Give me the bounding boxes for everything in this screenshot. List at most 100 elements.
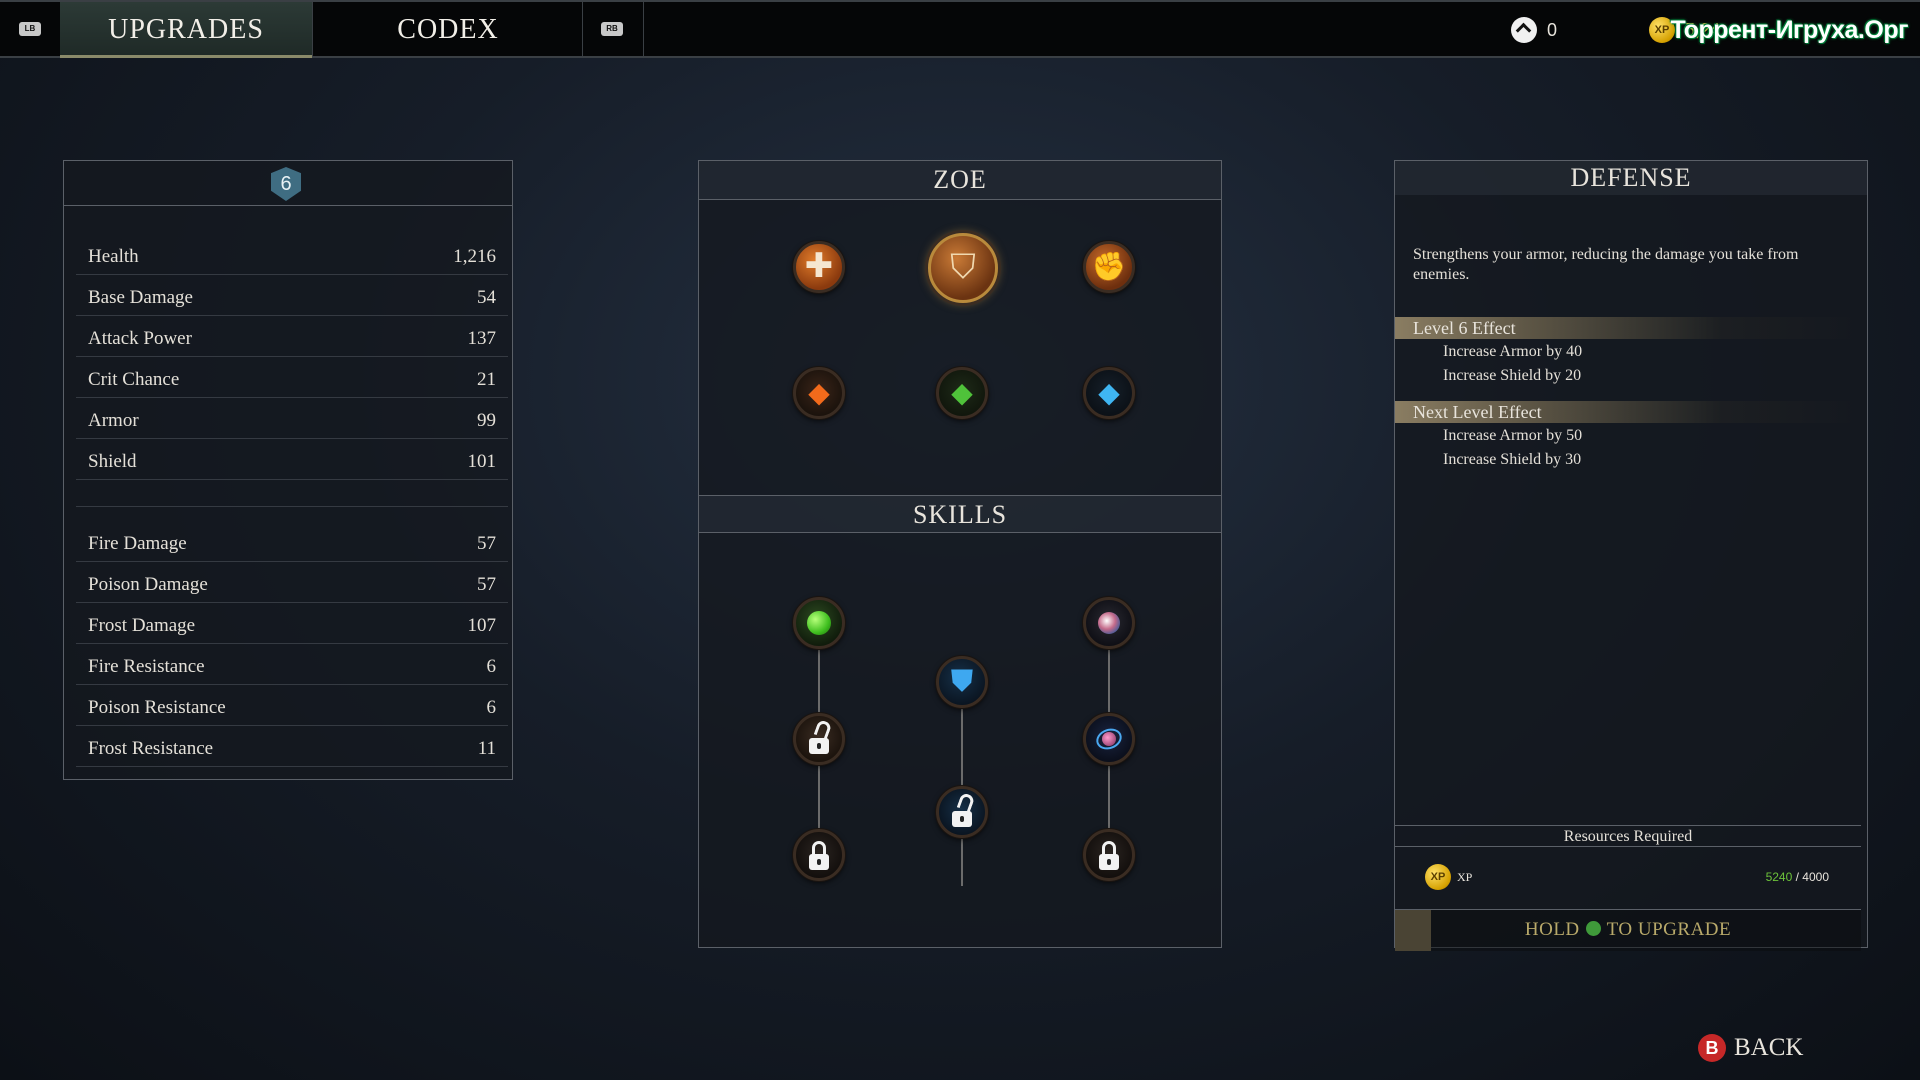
fire-crystal-icon: ◆ bbox=[808, 376, 830, 409]
tab-divider bbox=[643, 2, 644, 58]
rank-chevron-icon bbox=[1511, 17, 1537, 43]
upgrade-title: DEFENSE bbox=[1395, 161, 1867, 195]
stat-value: 1,216 bbox=[453, 246, 496, 267]
stat-row-fire-resistance: Fire Resistance 6 bbox=[76, 645, 508, 685]
hold-to-upgrade-button[interactable]: HOLD TO UPGRADE bbox=[1395, 909, 1861, 951]
lock-icon bbox=[796, 832, 842, 878]
stat-value: 57 bbox=[477, 533, 496, 554]
xp-cost: XP XP bbox=[1425, 864, 1472, 890]
orb-icon bbox=[1098, 612, 1120, 634]
top-bar: LB UPGRADES CODEX RB 0 XP 5,24 Торрент-И… bbox=[0, 0, 1920, 58]
locked-skill-node-left[interactable] bbox=[793, 829, 845, 881]
next-effect-header: Next Level Effect bbox=[1395, 401, 1861, 423]
stat-value: 99 bbox=[477, 410, 496, 431]
lb-button-icon[interactable]: LB bbox=[19, 22, 41, 36]
locked-skill-node-right[interactable] bbox=[1083, 829, 1135, 881]
stats-divider bbox=[76, 506, 508, 507]
unlocked-lock-icon bbox=[939, 789, 985, 835]
stat-label: Armor bbox=[88, 410, 139, 431]
stat-row-health: Health 1,216 bbox=[76, 235, 508, 275]
stat-row-crit-chance: Crit Chance 21 bbox=[76, 358, 508, 398]
stat-label: Health bbox=[88, 246, 139, 267]
lock-icon bbox=[1086, 832, 1132, 878]
stat-row-base-damage: Base Damage 54 bbox=[76, 276, 508, 316]
resources-required-label: Resources Required bbox=[1395, 825, 1861, 847]
fire-upgrade-node[interactable]: ◆ bbox=[793, 367, 845, 419]
hold-prefix: HOLD bbox=[1524, 919, 1580, 940]
skills-title: SKILLS bbox=[699, 495, 1221, 533]
rank-counter: 0 bbox=[1511, 15, 1557, 45]
current-effect-line: Increase Armor by 40 bbox=[1443, 343, 1583, 360]
back-button[interactable]: B BACK bbox=[1698, 1034, 1803, 1062]
stat-value: 6 bbox=[486, 697, 497, 718]
character-name: ZOE bbox=[699, 161, 1221, 200]
upgrade-detail-panel: DEFENSE Strengthens your armor, reducing… bbox=[1394, 160, 1868, 951]
stat-label: Poison Damage bbox=[88, 574, 208, 595]
back-label: BACK bbox=[1734, 1034, 1804, 1061]
b-button-icon: B bbox=[1698, 1034, 1726, 1062]
stat-label: Poison Resistance bbox=[88, 697, 226, 718]
poison-flask-icon bbox=[807, 611, 831, 635]
stat-row-frost-resistance: Frost Resistance 11 bbox=[76, 727, 508, 767]
stat-row-shield: Shield 101 bbox=[76, 440, 508, 480]
rank-value: 0 bbox=[1547, 19, 1558, 40]
stat-value: 137 bbox=[467, 328, 497, 349]
stat-label: Base Damage bbox=[88, 287, 193, 308]
stat-value: 57 bbox=[477, 574, 496, 595]
stat-label: Crit Chance bbox=[88, 369, 180, 390]
a-button-icon bbox=[1585, 921, 1601, 937]
stats-panel: 6 Health 1,216 Base Damage 54 Attack Pow… bbox=[63, 160, 513, 780]
stat-label: Fire Damage bbox=[88, 533, 187, 554]
stat-row-armor: Armor 99 bbox=[76, 399, 508, 439]
stat-row-frost-damage: Frost Damage 107 bbox=[76, 604, 508, 644]
poison-upgrade-node[interactable]: ◆ bbox=[936, 367, 988, 419]
planet-skill-node[interactable] bbox=[1083, 713, 1135, 765]
stat-value: 11 bbox=[477, 738, 496, 759]
stats-header: 6 bbox=[64, 161, 512, 206]
level-badge: 6 bbox=[271, 167, 301, 201]
defense-shield-icon: ⛉ bbox=[950, 247, 976, 287]
poison-skill-node[interactable] bbox=[793, 597, 845, 649]
defense-upgrade-node-selected[interactable]: ⛉ bbox=[928, 233, 998, 303]
tab-codex[interactable]: CODEX bbox=[314, 2, 582, 58]
xp-coin-icon: XP bbox=[1425, 864, 1451, 890]
xp-cost-values: 5240 / 4000 bbox=[1766, 870, 1829, 884]
xp-need-value: 4000 bbox=[1802, 870, 1829, 884]
stat-value: 21 bbox=[477, 369, 496, 390]
strength-upgrade-node[interactable]: ✊ bbox=[1083, 241, 1135, 293]
tab-divider bbox=[582, 2, 583, 58]
stat-label: Frost Resistance bbox=[88, 738, 214, 759]
unlocked-lock-icon bbox=[796, 716, 842, 762]
planet-core-icon bbox=[1102, 732, 1116, 746]
upgrade-description: Strengthens your armor, reducing the dam… bbox=[1413, 246, 1799, 283]
rb-button-icon[interactable]: RB bbox=[601, 22, 623, 36]
stat-label: Shield bbox=[88, 451, 137, 472]
next-effect-line: Increase Armor by 50 bbox=[1443, 427, 1583, 444]
current-effect-header: Level 6 Effect bbox=[1395, 317, 1861, 339]
stat-value: 107 bbox=[467, 615, 497, 636]
health-upgrade-node[interactable]: ✚ bbox=[793, 241, 845, 293]
orb-skill-node[interactable] bbox=[1083, 597, 1135, 649]
stat-value: 6 bbox=[486, 656, 497, 677]
xp-cost-label: XP bbox=[1457, 869, 1473, 884]
water-shield-icon: ⛊ bbox=[950, 664, 974, 699]
unlockable-skill-node-middle[interactable] bbox=[936, 786, 988, 838]
tab-upgrades[interactable]: UPGRADES bbox=[60, 2, 312, 58]
stat-label: Attack Power bbox=[88, 328, 192, 349]
upgrade-tree-panel: ZOE ✚ ⛉ ✊ ◆ ◆ ◆ SKILLS ⛊ bbox=[698, 160, 1222, 948]
poison-crystal-icon: ◆ bbox=[951, 376, 973, 409]
stat-value: 54 bbox=[477, 287, 496, 308]
stat-label: Fire Resistance bbox=[88, 656, 205, 677]
stat-row-poison-resistance: Poison Resistance 6 bbox=[76, 686, 508, 726]
hold-to-upgrade-label: HOLD TO UPGRADE bbox=[1395, 910, 1861, 950]
stat-label: Frost Damage bbox=[88, 615, 196, 636]
tab-divider bbox=[312, 2, 313, 58]
xp-have-value: 5240 bbox=[1765, 870, 1793, 884]
stat-value: 101 bbox=[467, 451, 497, 472]
stat-row-poison-damage: Poison Damage 57 bbox=[76, 563, 508, 603]
frost-upgrade-node[interactable]: ◆ bbox=[1083, 367, 1135, 419]
xp-separator: / bbox=[1792, 870, 1803, 884]
water-shield-skill-node[interactable]: ⛊ bbox=[936, 656, 988, 708]
unlockable-skill-node-left[interactable] bbox=[793, 713, 845, 765]
frost-crystal-icon: ◆ bbox=[1098, 376, 1120, 409]
